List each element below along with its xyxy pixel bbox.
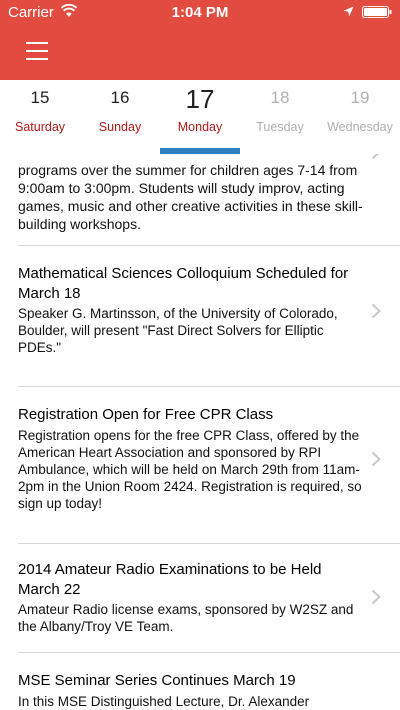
item-title: Registration Open for Free CPR Class bbox=[18, 406, 274, 423]
item-title: 2014 Amateur Radio Examinations to be He… bbox=[18, 561, 322, 598]
list-item[interactable]: MSE Seminar Series Continues March 19 In… bbox=[0, 653, 400, 710]
chevron-right-icon bbox=[371, 589, 381, 605]
list-item[interactable]: Mathematical Sciences Colloquium Schedul… bbox=[0, 246, 400, 404]
list-item[interactable]: Registration Open for Free CPR Class Reg… bbox=[0, 387, 400, 543]
item-summary: Registration opens for the free CPR Clas… bbox=[18, 428, 362, 511]
chevron-right-icon bbox=[371, 154, 379, 160]
day-tab-tuesday[interactable]: 18 Tuesday bbox=[240, 80, 320, 154]
status-time: 1:04 PM bbox=[171, 4, 229, 21]
chevron-right-icon bbox=[371, 303, 381, 319]
item-summary: In this MSE Distinguished Lecture, Dr. A… bbox=[18, 694, 310, 709]
day-number: 18 bbox=[270, 88, 290, 107]
item-summary: Amateur Radio license exams, sponsored b… bbox=[18, 602, 354, 634]
day-tab-saturday[interactable]: 15 Saturday bbox=[0, 80, 80, 154]
day-tab-wednesday[interactable]: 19 Wednesday bbox=[320, 80, 400, 154]
day-name: Monday bbox=[177, 120, 223, 134]
day-tab-monday[interactable]: 17 Monday bbox=[160, 80, 240, 154]
item-summary: Speaker G. Martinsson, of the University… bbox=[18, 306, 338, 355]
item-title: Mathematical Sciences Colloquium Schedul… bbox=[18, 265, 349, 302]
app-header: Carrier 1:04 PM bbox=[0, 0, 400, 80]
status-bar: Carrier 1:04 PM bbox=[0, 0, 400, 24]
list-item[interactable]: 2014 Amateur Radio Examinations to be He… bbox=[0, 544, 400, 653]
day-number: 17 bbox=[185, 84, 215, 114]
list-item[interactable]: programs over the summer for children ag… bbox=[0, 154, 400, 245]
hamburger-menu-icon[interactable] bbox=[26, 42, 48, 60]
day-name: Wednesday bbox=[327, 120, 393, 134]
day-number: 16 bbox=[110, 88, 130, 107]
day-name: Sunday bbox=[98, 120, 142, 134]
day-selector: 15 Saturday 16 Sunday 17 Monday 18 Tuesd… bbox=[0, 80, 400, 154]
chevron-right-icon bbox=[371, 451, 381, 467]
location-icon bbox=[343, 6, 354, 17]
item-title: MSE Seminar Series Continues March 19 bbox=[18, 672, 296, 689]
day-tab-sunday[interactable]: 16 Sunday bbox=[80, 80, 160, 154]
day-number: 19 bbox=[350, 88, 370, 107]
news-list[interactable]: programs over the summer for children ag… bbox=[0, 154, 400, 710]
battery-icon bbox=[362, 6, 392, 18]
day-name: Tuesday bbox=[256, 120, 304, 134]
day-number: 15 bbox=[30, 88, 50, 107]
item-summary: programs over the summer for children ag… bbox=[18, 162, 363, 232]
day-name: Saturday bbox=[14, 120, 66, 134]
